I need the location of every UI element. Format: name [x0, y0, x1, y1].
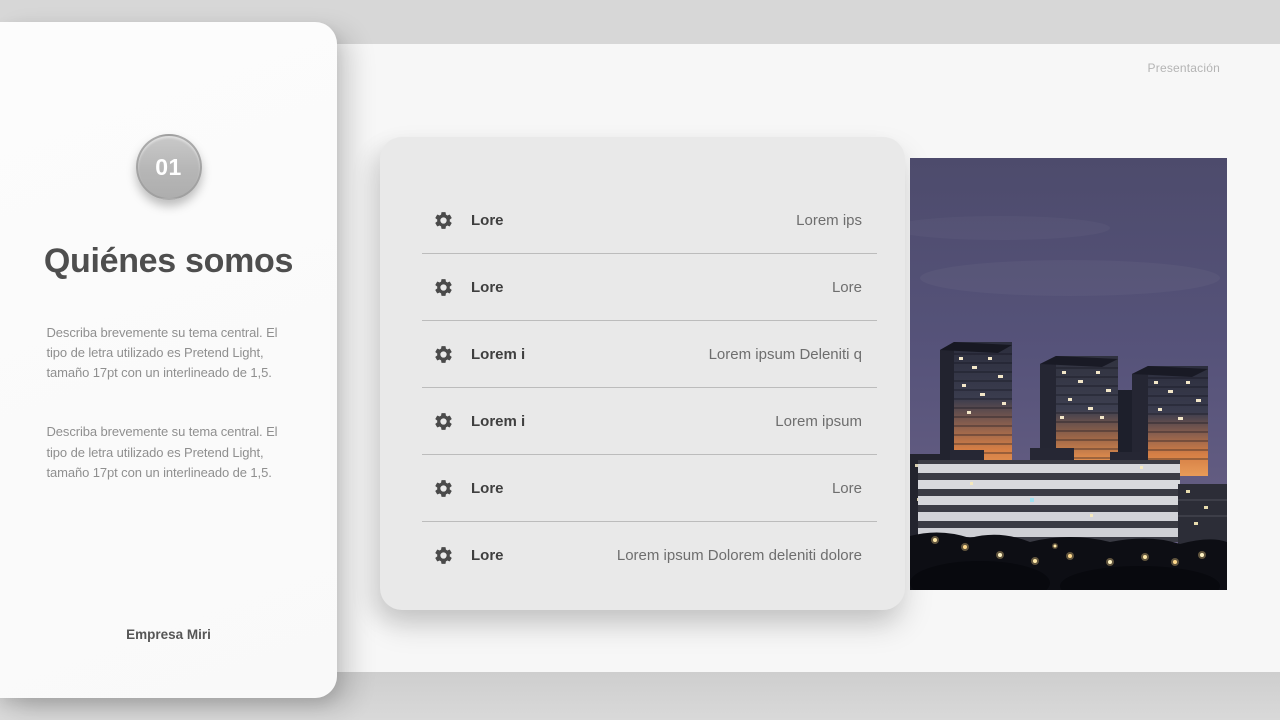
gear-icon — [433, 277, 454, 298]
gear-icon — [433, 344, 454, 365]
list-item-value: Lore — [832, 279, 862, 296]
list-item: Lorem i Lorem ipsum — [380, 388, 905, 454]
page-title: Quiénes somos — [0, 242, 337, 281]
list-item-value: Lore — [832, 480, 862, 497]
list-item-value: Lorem ipsum Deleniti q — [709, 346, 862, 363]
list-item-label: Lore — [471, 279, 504, 296]
list-item: Lore Lorem ipsum Dolorem deleniti dolore — [380, 522, 905, 588]
list-item: Lore Lorem ips — [380, 187, 905, 253]
company-name: Empresa Miri — [0, 627, 337, 642]
gear-icon — [433, 210, 454, 231]
list-item-label: Lore — [471, 480, 504, 497]
list-item-label: Lore — [471, 547, 504, 564]
list-item-value: Lorem ipsum — [775, 413, 862, 430]
list-item-value: Lorem ipsum Dolorem deleniti dolore — [617, 547, 862, 564]
intro-paragraph: Describa brevemente su tema central. El … — [47, 323, 291, 383]
presentation-watermark: Presentación — [1148, 61, 1220, 75]
list-item: Lorem i Lorem ipsum Deleniti q — [380, 321, 905, 387]
feature-list-card: Lore Lorem ips Lore Lore Lorem i Lorem i… — [380, 137, 905, 610]
list-item-label: Lorem i — [471, 346, 525, 363]
gear-icon — [433, 545, 454, 566]
intro-paragraph: Describa brevemente su tema central. El … — [47, 422, 291, 482]
list-item-label: Lorem i — [471, 413, 525, 430]
city-dusk-photo — [910, 158, 1227, 590]
list-item: Lore Lore — [380, 455, 905, 521]
gear-icon — [433, 411, 454, 432]
gear-icon — [433, 478, 454, 499]
list-item: Lore Lore — [380, 254, 905, 320]
section-number-badge: 01 — [136, 134, 202, 200]
list-item-label: Lore — [471, 212, 504, 229]
list-item-value: Lorem ips — [796, 212, 862, 229]
sidebar-card: 01 Quiénes somos Describa brevemente su … — [0, 22, 337, 698]
